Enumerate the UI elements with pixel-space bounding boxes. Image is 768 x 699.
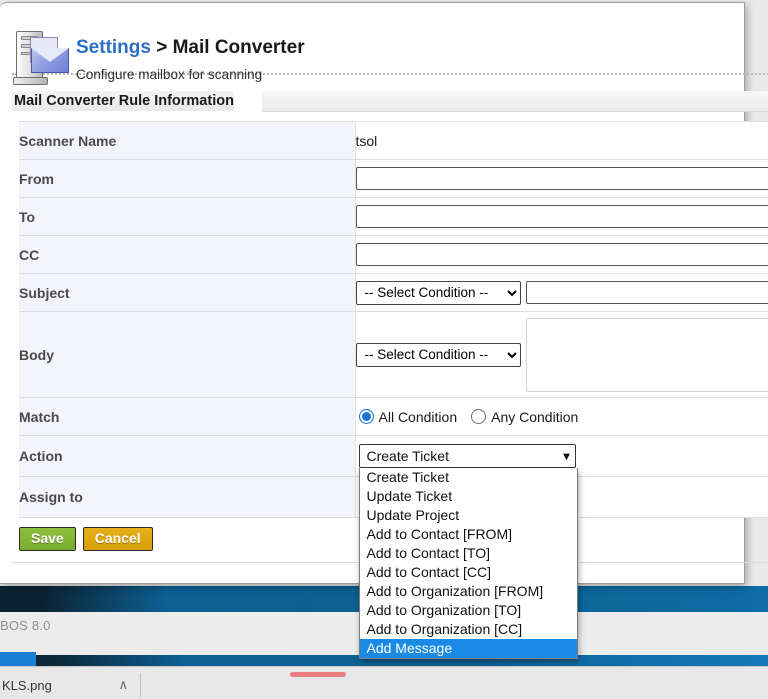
chevron-down-icon: ▾ (563, 449, 570, 463)
label-action: Action (19, 435, 356, 477)
mail-converter-rule-table: Scanner Name tsol From To CC Subject -- … (19, 121, 768, 659)
from-input[interactable] (355, 167, 768, 190)
value-body: -- Select Condition -- (355, 311, 768, 398)
value-scanner-name: tsol (355, 121, 768, 160)
to-input[interactable] (355, 205, 768, 228)
breadcrumb-current: Mail Converter (172, 37, 305, 58)
module-title-group: Settings > Mail Converter Configure mail… (72, 25, 305, 82)
label-cc: CC (19, 235, 356, 274)
action-option[interactable]: Update Ticket (360, 487, 577, 506)
envelope-shape (31, 48, 69, 73)
body-condition-select[interactable]: -- Select Condition -- (355, 342, 521, 367)
label-assign-to: Assign to (19, 476, 356, 518)
table-row: Subject -- Select Condition -- (19, 273, 768, 312)
value-action: Create Ticket ▾ Create Ticket Update Tick… (355, 435, 768, 659)
table-row: Body -- Select Condition -- (19, 311, 768, 398)
value-match: All Condition Any Condition (355, 397, 768, 436)
label-from: From (19, 159, 356, 198)
table-row: CC (19, 235, 768, 274)
action-option[interactable]: Add to Contact [FROM] (360, 525, 577, 544)
action-option[interactable]: Update Project (360, 506, 577, 525)
save-button[interactable]: Save (19, 527, 76, 551)
breadcrumb: Settings > Mail Converter (76, 37, 305, 59)
shelf-progress-marker (290, 672, 346, 677)
match-radio-group: All Condition Any Condition (356, 409, 768, 425)
breadcrumb-settings-link[interactable]: Settings (76, 37, 151, 58)
action-option[interactable]: Add to Organization [TO] (360, 601, 577, 620)
action-option[interactable]: Add to Organization [FROM] (360, 582, 577, 601)
radio-all-condition-label: All Condition (378, 408, 458, 425)
scanner-name-text: tsol (355, 132, 378, 149)
action-select-value: Create Ticket (366, 448, 449, 464)
web-page-content: Settings > Mail Converter Configure mail… (0, 3, 768, 659)
radio-any-condition[interactable]: Any Condition (471, 409, 578, 425)
radio-all-condition[interactable]: All Condition (358, 408, 458, 425)
subject-value-input[interactable] (525, 281, 768, 304)
radio-any-condition-label: Any Condition (491, 408, 579, 425)
cancel-button[interactable]: Cancel (82, 527, 153, 551)
module-header: Settings > Mail Converter Configure mail… (0, 3, 768, 85)
label-to: To (19, 197, 356, 236)
block-title-bar (262, 91, 768, 112)
action-option[interactable]: Create Ticket (360, 468, 577, 487)
table-row: To (19, 197, 768, 236)
label-body: Body (19, 311, 356, 398)
action-option[interactable]: Add to Contact [CC] (360, 563, 577, 582)
table-row: Scanner Name tsol (19, 121, 768, 160)
label-subject: Subject (19, 273, 356, 312)
table-row: Match All Condition Any Condition (19, 397, 768, 436)
body-value-textarea[interactable] (525, 317, 768, 392)
block-title-wrapper: Mail Converter Rule Information (0, 91, 768, 112)
action-option[interactable]: Add to Contact [TO] (360, 544, 577, 563)
mail-server-icon (13, 29, 72, 87)
page-subtitle: Configure mailbox for scanning (76, 67, 263, 82)
table-row: From (19, 159, 768, 198)
action-option[interactable]: Add to Organization [CC] (360, 620, 577, 639)
radio-all-condition-indicator[interactable] (358, 409, 374, 424)
action-select-wrapper: Create Ticket ▾ Create Ticket Update Tick… (356, 444, 768, 659)
value-to (355, 197, 768, 236)
action-option[interactable]: Add Message (359, 639, 577, 658)
breadcrumb-separator: > (156, 37, 173, 58)
value-from (355, 159, 768, 198)
radio-any-condition-indicator[interactable] (471, 409, 487, 424)
action-dropdown-list[interactable]: Create Ticket Update Ticket Update Project… (358, 468, 578, 659)
cc-input[interactable] (355, 243, 768, 266)
action-select[interactable]: Create Ticket ▾ (358, 444, 576, 468)
label-match: Match (19, 397, 356, 436)
download-shelf: KLS.png ∧ (0, 666, 768, 699)
block-title: Mail Converter Rule Information (12, 91, 234, 111)
label-scanner-name: Scanner Name (19, 121, 356, 160)
download-file-name: KLS.png (2, 677, 52, 693)
download-item[interactable]: KLS.png ∧ (0, 671, 138, 699)
value-subject: -- Select Condition -- (355, 273, 768, 312)
chevron-up-icon[interactable]: ∧ (118, 677, 128, 693)
browser-window: Settings > Mail Converter Configure mail… (0, 2, 768, 659)
value-cc (355, 235, 768, 274)
subject-condition-select[interactable]: -- Select Condition -- (355, 280, 521, 305)
footer-version-text: BOS 8.0 (0, 618, 51, 633)
shelf-divider (140, 673, 141, 697)
table-row: Action Create Ticket ▾ Create Ticket Upda… (19, 435, 768, 659)
